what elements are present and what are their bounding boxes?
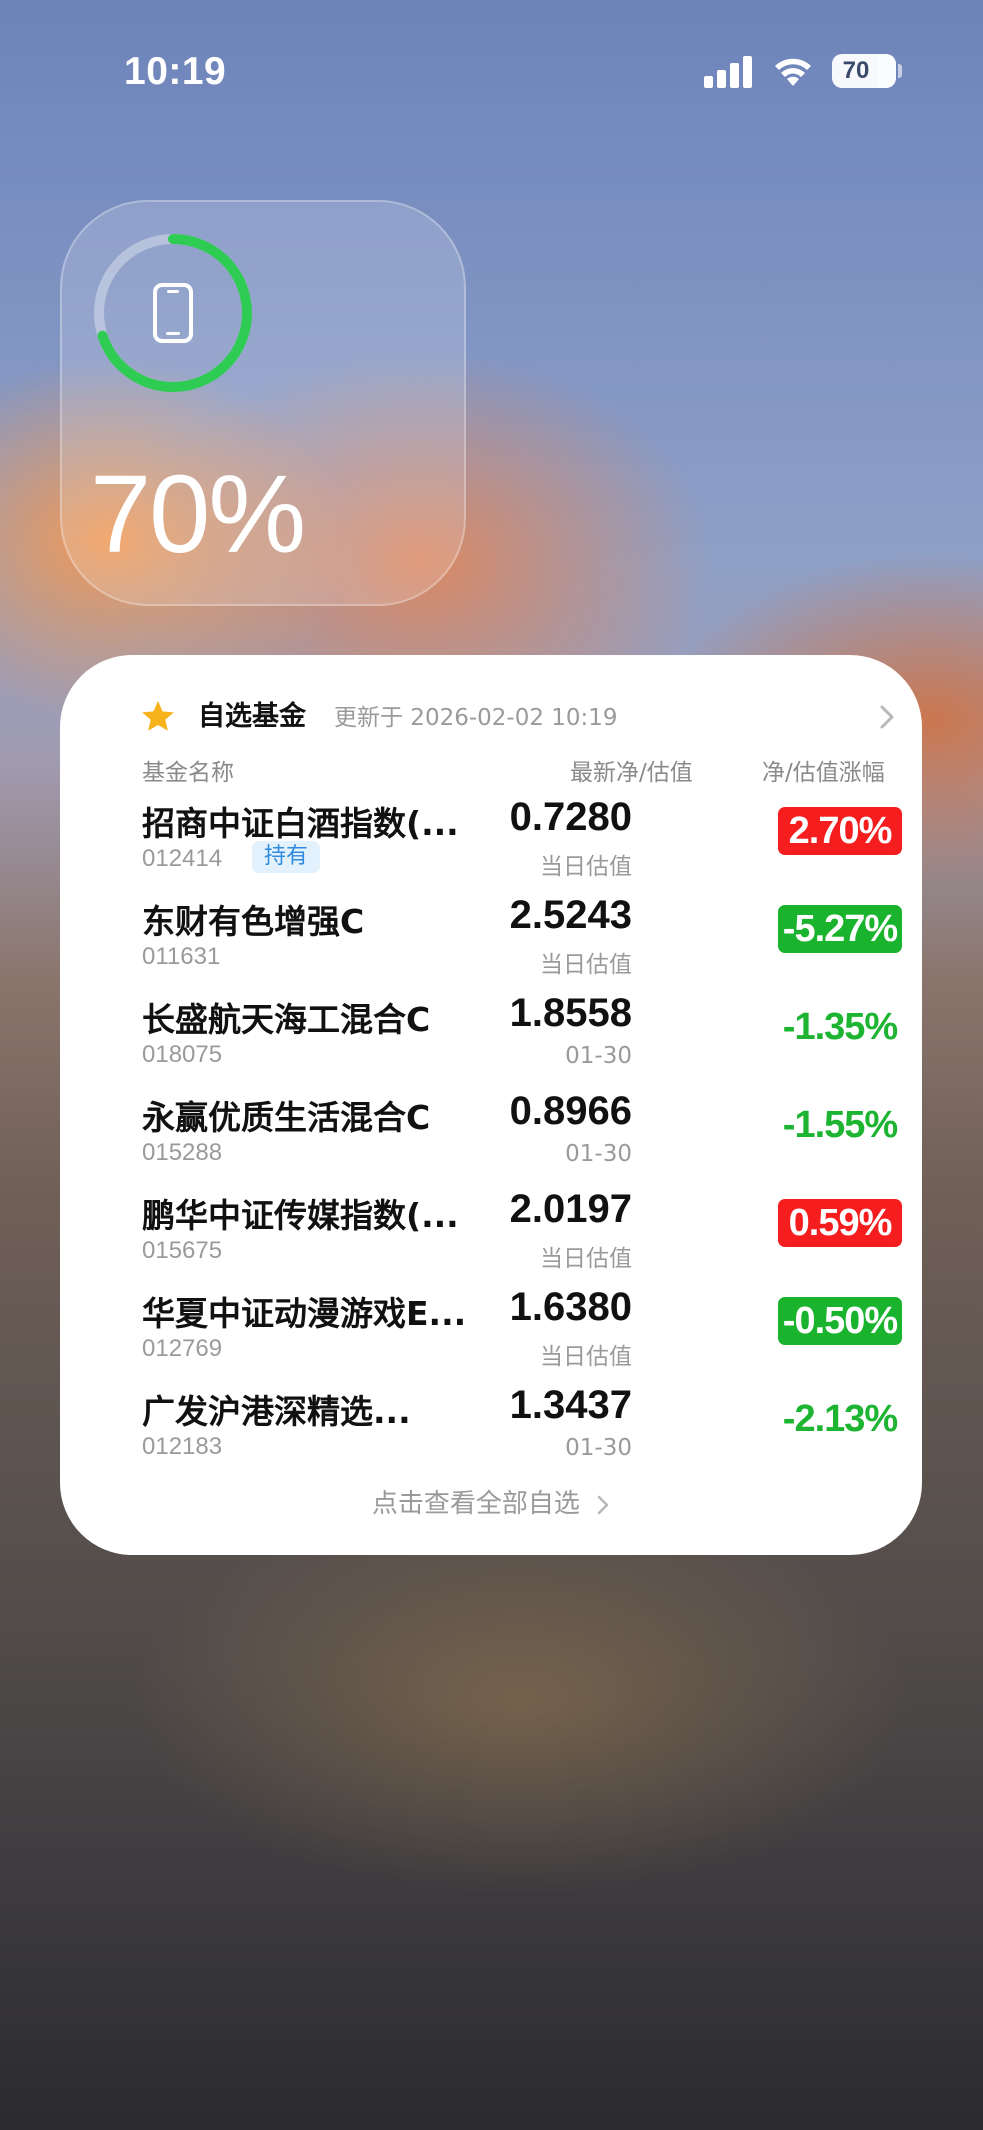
column-header-nav: 最新净/估值	[570, 760, 693, 786]
fund-code: 012414	[142, 845, 223, 872]
view-all-watchlist-link[interactable]: 点击查看全部自选	[60, 1483, 922, 1520]
fund-widget-header[interactable]: 自选基金 更新于 2026-02-02 10:19	[140, 695, 900, 745]
phone-icon	[153, 283, 193, 343]
status-time: 10:19	[124, 50, 227, 93]
fund-nav-value: 1.3437	[509, 1383, 632, 1427]
fund-name: 永赢优质生活混合C	[142, 1098, 431, 1137]
fund-code: 018075	[142, 1041, 223, 1068]
fund-list: 招商中证白酒指数(... 012414 持有 0.7280 当日估值 2.70%…	[142, 795, 902, 1481]
fund-nav-label: 当日估值	[540, 1344, 632, 1370]
fund-name: 招商中证白酒指数(...	[142, 804, 459, 843]
fund-name: 东财有色增强C	[142, 902, 365, 941]
fund-widget-updated-time: 更新于 2026-02-02 10:19	[334, 705, 618, 731]
fund-change-text: -1.35%	[782, 1006, 898, 1048]
fund-nav-value: 1.6380	[509, 1285, 632, 1329]
fund-widget-title: 自选基金	[198, 701, 306, 732]
fund-name: 华夏中证动漫游戏E...	[142, 1294, 467, 1333]
cellular-signal-icon	[704, 56, 752, 88]
fund-change-badge: -0.50%	[778, 1297, 902, 1345]
fund-row[interactable]: 长盛航天海工混合C 018075 1.8558 01-30 -1.35%	[142, 991, 902, 1089]
view-all-label: 点击查看全部自选	[371, 1489, 580, 1519]
wifi-icon	[775, 58, 811, 86]
fund-nav-value: 0.7280	[509, 795, 632, 839]
fund-change-badge: -5.27%	[778, 905, 902, 953]
fund-nav-value: 2.5243	[509, 893, 632, 937]
fund-code: 015288	[142, 1139, 223, 1166]
fund-name: 长盛航天海工混合C	[142, 1000, 431, 1039]
fund-nav-label: 当日估值	[540, 854, 632, 880]
fund-code: 011631	[142, 943, 221, 970]
chevron-right-icon[interactable]	[878, 699, 898, 735]
column-header-name: 基金名称	[142, 760, 234, 786]
fund-nav-label: 01-30	[565, 1043, 632, 1069]
fund-code: 012769	[142, 1335, 223, 1362]
fund-row[interactable]: 永赢优质生活混合C 015288 0.8966 01-30 -1.55%	[142, 1089, 902, 1187]
fund-code: 015675	[142, 1237, 223, 1264]
fund-row[interactable]: 招商中证白酒指数(... 012414 持有 0.7280 当日估值 2.70%	[142, 795, 902, 893]
fund-row[interactable]: 鹏华中证传媒指数(... 015675 2.0197 当日估值 0.59%	[142, 1187, 902, 1285]
fund-change-badge: 2.70%	[778, 807, 902, 855]
fund-nav-label: 01-30	[565, 1435, 632, 1461]
chevron-right-icon	[597, 1495, 609, 1514]
fund-change-text: -1.55%	[782, 1104, 898, 1146]
status-bar: 10:19 70	[0, 44, 983, 100]
battery-indicator: 70	[832, 54, 896, 88]
fund-nav-label: 当日估值	[540, 1246, 632, 1272]
fund-nav-label: 01-30	[565, 1141, 632, 1167]
battery-widget[interactable]: 70%	[60, 200, 466, 606]
fund-name: 鹏华中证传媒指数(...	[142, 1196, 459, 1235]
fund-row[interactable]: 东财有色增强C 011631 2.5243 当日估值 -5.27%	[142, 893, 902, 991]
fund-code: 012183	[142, 1433, 223, 1460]
fund-nav-value: 0.8966	[509, 1089, 632, 1133]
fund-change-badge: 0.59%	[778, 1199, 902, 1247]
holding-tag: 持有	[252, 841, 321, 873]
fund-row[interactable]: 华夏中证动漫游戏E... 012769 1.6380 当日估值 -0.50%	[142, 1285, 902, 1383]
fund-watchlist-widget[interactable]: 自选基金 更新于 2026-02-02 10:19 基金名称 最新净/估值 净/…	[60, 655, 922, 1555]
fund-column-headers: 基金名称 最新净/估值 净/估值涨幅	[142, 753, 902, 789]
fund-nav-label: 当日估值	[540, 952, 632, 978]
column-header-change: 净/估值涨幅	[762, 760, 885, 786]
fund-nav-value: 1.8558	[509, 991, 632, 1035]
fund-name: 广发沪港深精选...	[142, 1392, 411, 1431]
star-icon	[142, 701, 174, 731]
battery-tip	[898, 64, 902, 78]
fund-change-text: -2.13%	[782, 1398, 898, 1440]
battery-percent: 70%	[90, 453, 306, 576]
battery-level-text: 70	[842, 57, 870, 84]
fund-row[interactable]: 广发沪港深精选... 012183 1.3437 01-30 -2.13%	[142, 1383, 902, 1481]
fund-nav-value: 2.0197	[509, 1187, 632, 1231]
